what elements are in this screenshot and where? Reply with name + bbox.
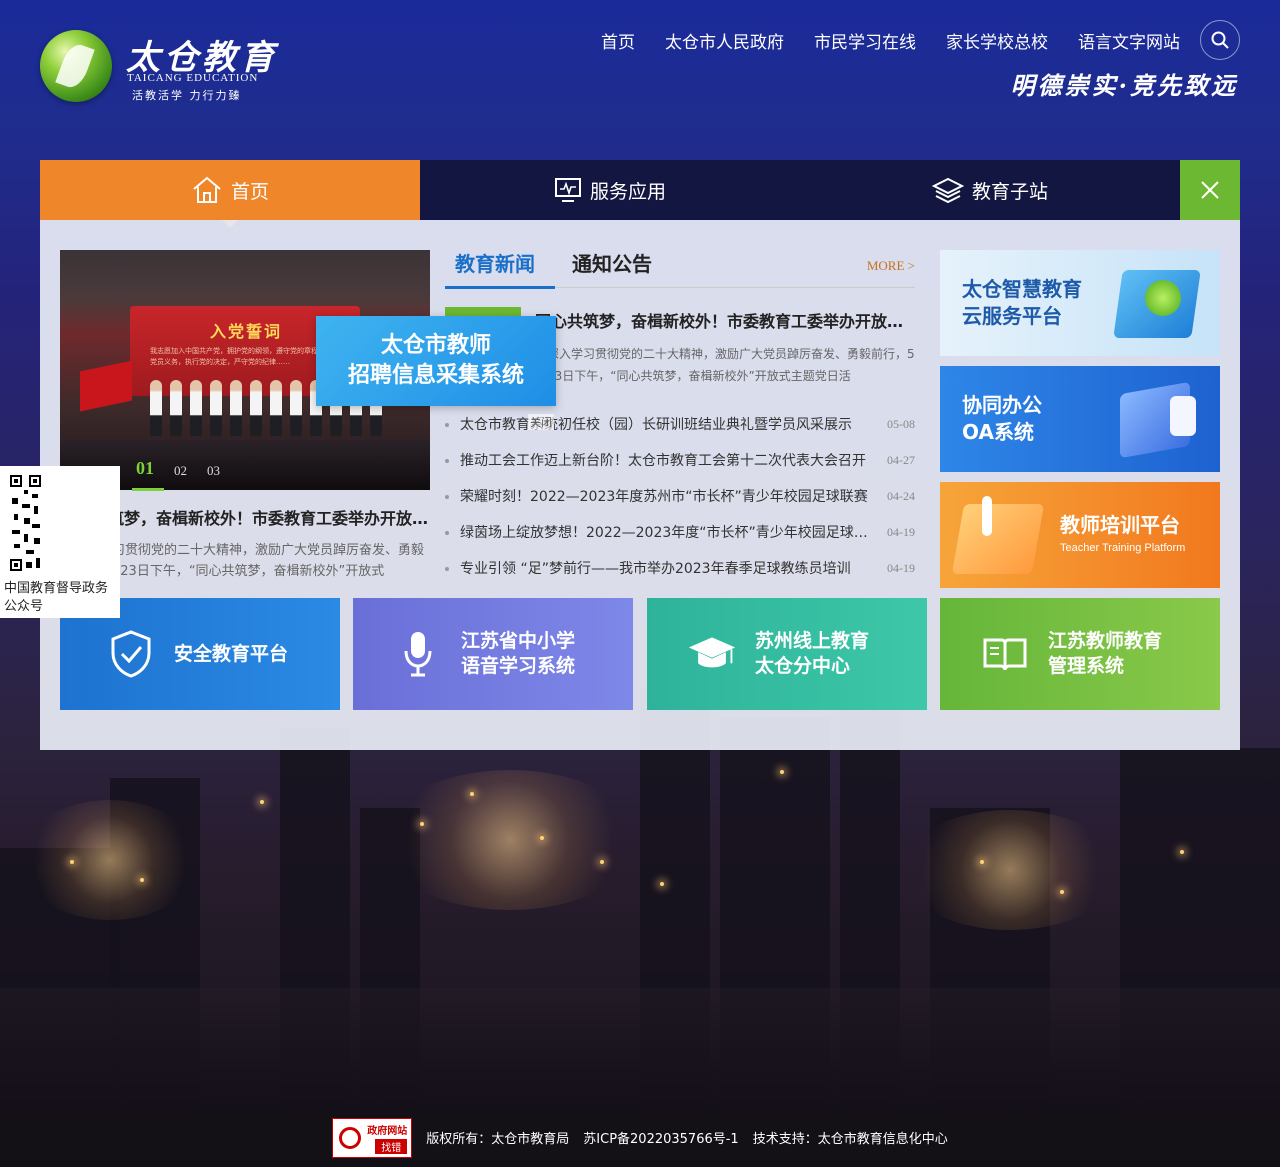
card-title: 教师培训平台 [1060, 513, 1180, 537]
headline-description: 为深入学习贯彻党的二十大精神，激励广大党员踔厉奋发、勇毅前行，5月23日下午，“… [535, 347, 915, 383]
search-button[interactable] [1200, 20, 1240, 60]
slide-pagination: 01 02 03 [132, 458, 220, 491]
site-logo[interactable]: 太仓教育 TAICANG EDUCATION 活教活学 力行力臻 [40, 30, 280, 102]
teacher-training-card[interactable]: 教师培训平台 Teacher Training Platform [940, 482, 1220, 588]
tab-services[interactable]: 服务应用 [420, 160, 800, 220]
news-list: 太仓市教育系统初任校（园）长研训班结业典礼暨学员风采展示 05-08 推动工会工作… [445, 406, 915, 586]
layers-icon [931, 177, 964, 204]
microphone-icon [404, 632, 432, 677]
tab-substations[interactable]: 教育子站 [800, 160, 1180, 220]
tab-education-news[interactable]: 教育新闻 [445, 248, 555, 289]
list-item[interactable]: 专业引领 “足”梦前行——我市举办2023年春季足球教练员培训 04-19 [445, 550, 915, 586]
headline-title[interactable]: 同心共筑梦，奋楫新校外！市委教育工委举办开放式主题党日活动 [535, 308, 915, 332]
qr-code-icon [10, 474, 42, 574]
nav-language-website[interactable]: 语言文字网站 [1078, 28, 1180, 53]
news-tabs: 教育新闻 通知公告 MORE > [445, 248, 915, 289]
list-item[interactable]: 太仓市教育系统初任校（园）长研训班结业典礼暨学员风采展示 05-08 [445, 406, 915, 442]
teacher-education-management-tile[interactable]: 江苏教师教育 管理系统 [940, 598, 1220, 710]
nav-parent-school[interactable]: 家长学校总校 [946, 28, 1048, 53]
site-motto: 明德崇实·竞先致远 [1010, 71, 1238, 100]
footer-copyright: 版权所有：太仓市教育局 [426, 1132, 570, 1147]
logo-slogan: 活教活学 力行力臻 [132, 89, 242, 102]
slide-dot-2[interactable]: 02 [174, 463, 187, 479]
home-icon [193, 176, 221, 203]
graduation-cap-icon [688, 637, 736, 668]
tab-notices[interactable]: 通知公告 [572, 248, 652, 288]
monitor-icon [554, 178, 581, 202]
nav-city-government[interactable]: 太仓市人民政府 [665, 28, 784, 53]
list-item[interactable]: 推动工会工作迈上新台阶！太仓市教育工会第十二次代表大会召开 04-27 [445, 442, 915, 478]
tile-label: 江苏教师教育 管理系统 [1048, 630, 1163, 677]
tab-home[interactable]: 首页 [40, 160, 420, 228]
recruit-line-2: 招聘信息采集系统 [347, 363, 524, 388]
tile-label: 安全教育平台 [174, 642, 289, 665]
logo-english-name: TAICANG EDUCATION [127, 72, 259, 84]
list-item[interactable]: 绿茵场上绽放梦想！2022—2023年度“市长杯”青少年校园足球联赛 04-19 [445, 514, 915, 550]
search-icon [1211, 31, 1229, 49]
logo-emblem-icon [40, 30, 112, 102]
tab-substations-label: 教育子站 [971, 180, 1048, 203]
slide-stage-title: 入党誓词 [210, 322, 283, 341]
training-phone-icon [951, 504, 1045, 574]
slide-stage-text: 我志愿加入中国共产党，拥护党的纲领，遵守党的章程，履行党员义务，执行党的决定，严… [150, 347, 339, 366]
footer-tech-support: 技术支持：太仓市教育信息化中心 [752, 1132, 948, 1147]
list-item[interactable]: 荣耀时刻！2022—2023年度苏州市“市长杯”青少年校园足球联赛 04-24 [445, 478, 915, 514]
recruit-line-1: 太仓市教师 [380, 333, 491, 358]
suzhou-online-education-tile[interactable]: 苏州线上教育 太仓分中心 [647, 598, 927, 710]
card-title: 协同办公 [962, 393, 1042, 417]
government-site-error-report-button[interactable]: 政府网站 找错 [332, 1117, 413, 1158]
main-tabs: 首页 服务应用 教育子站 [40, 160, 1240, 228]
teacher-recruitment-banner[interactable]: 太仓市教师 招聘信息采集系统 [316, 316, 556, 406]
card-subtitle: OA系统 [962, 420, 1034, 444]
slide-dot-1[interactable]: 01 [132, 458, 164, 491]
oa-system-card[interactable]: 协同办公 OA系统 [940, 366, 1220, 472]
site-footer: 政府网站 找错 版权所有：太仓市教育局 苏ICP备2022035766号-1 技… [0, 1108, 1280, 1167]
panel-close-button[interactable] [1180, 160, 1240, 220]
tab-home-label: 首页 [230, 180, 269, 203]
more-link[interactable]: MORE > [867, 258, 915, 274]
card-title: 太仓智慧教育 [962, 277, 1082, 301]
tab-services-label: 服务应用 [589, 180, 666, 203]
slide-dot-3[interactable]: 03 [207, 463, 220, 479]
tile-label: 江苏省中小学 语音学习系统 [461, 630, 576, 677]
close-icon [1201, 181, 1219, 199]
top-navigation: 首页 太仓市人民政府 市民学习在线 家长学校总校 语言文字网站 [601, 28, 1180, 53]
shield-check-icon [111, 630, 151, 678]
qr-caption: 中国教育督导政务公众号 [4, 581, 109, 614]
nav-citizen-learning[interactable]: 市民学习在线 [814, 28, 916, 53]
voice-learning-tile[interactable]: 江苏省中小学 语音学习系统 [353, 598, 633, 710]
smart-education-cloud-card[interactable]: 太仓智慧教育 云服务平台 [940, 250, 1220, 356]
magnifier-icon [339, 1126, 362, 1149]
card-subtitle: 云服务平台 [962, 304, 1062, 328]
footer-icp[interactable]: 苏ICP备2022035766号-1 [583, 1128, 738, 1147]
card-subtitle: Teacher Training Platform [1060, 542, 1186, 554]
floating-qr-widget[interactable]: 中国教育督导政务公众号 [0, 466, 120, 618]
open-book-icon [983, 638, 1027, 671]
nav-home[interactable]: 首页 [601, 28, 635, 53]
tile-label: 苏州线上教育 太仓分中心 [755, 630, 870, 677]
recruit-close-button[interactable]: 关闭 [528, 414, 554, 430]
